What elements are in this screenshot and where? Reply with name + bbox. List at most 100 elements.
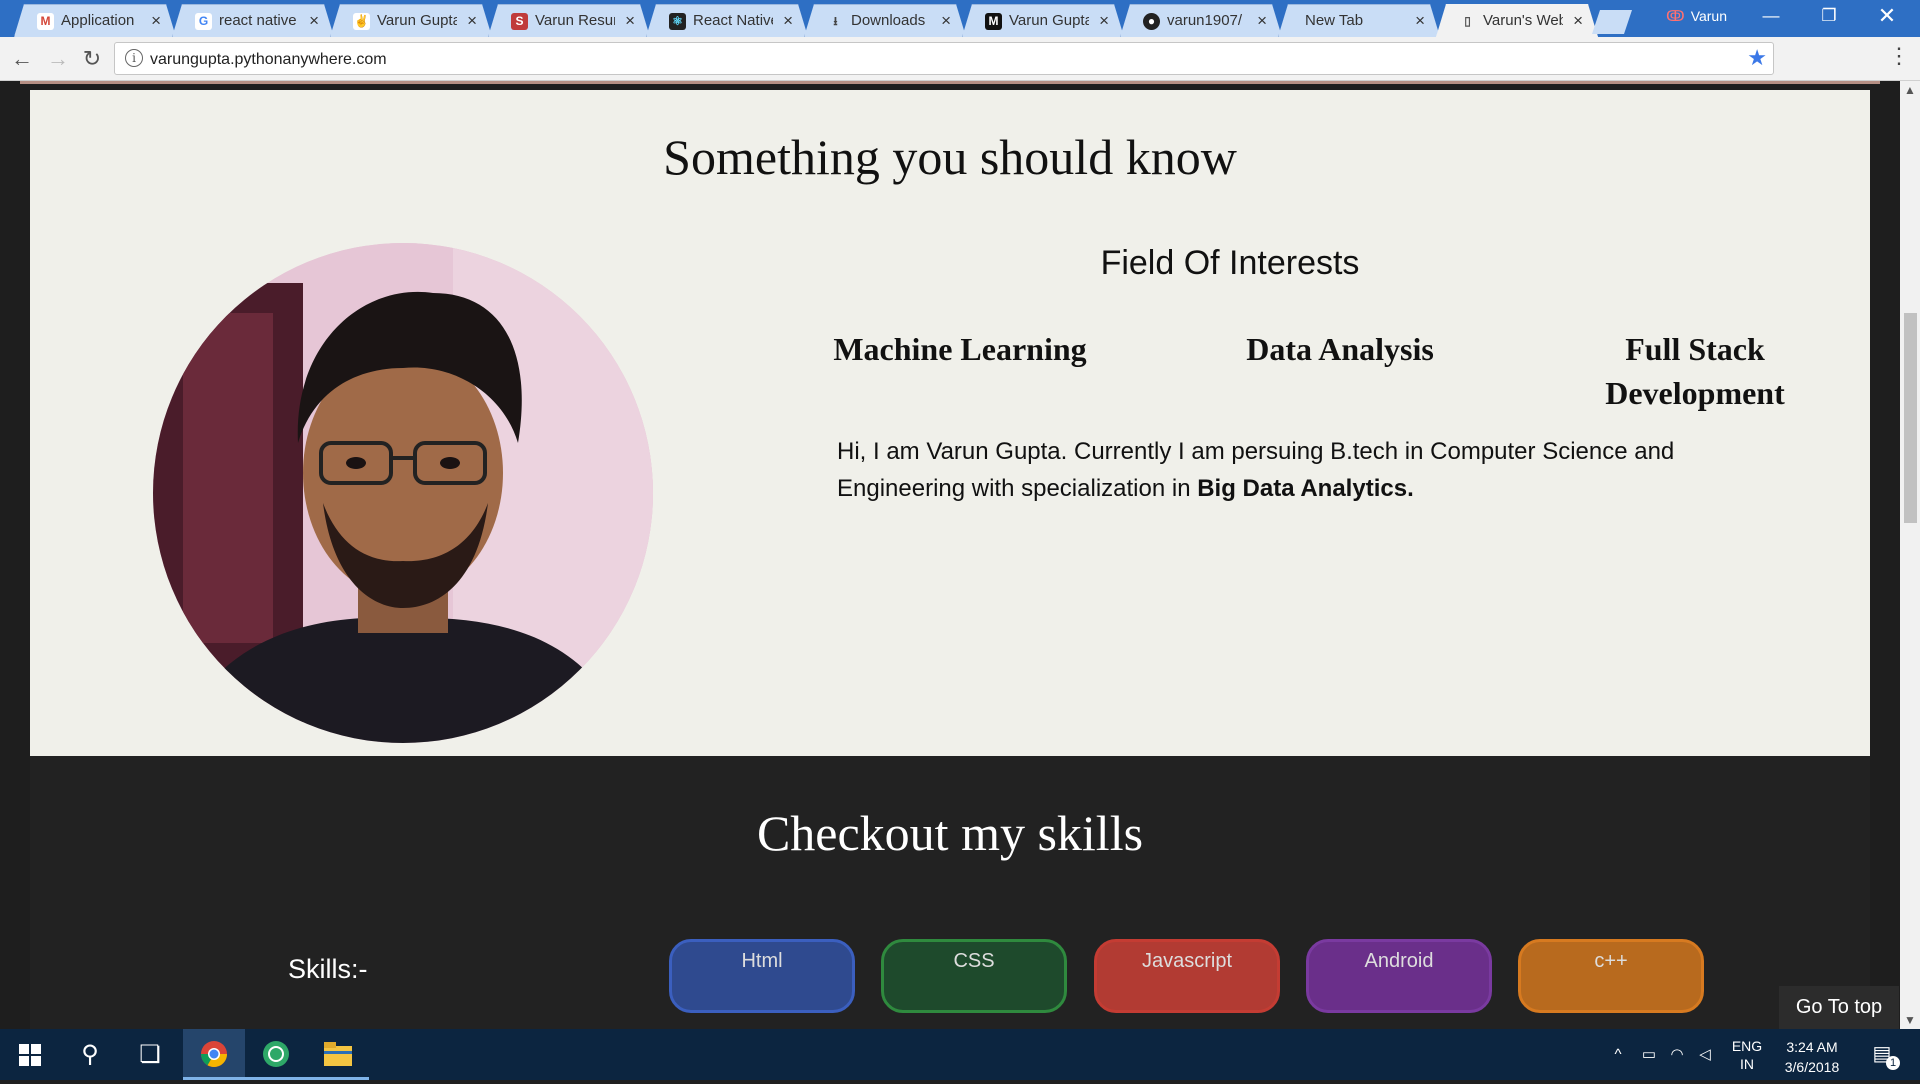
reload-button[interactable]: ↻ <box>76 43 108 75</box>
page-icon: ▯ <box>1464 14 1471 28</box>
skill-cpp-button[interactable]: c++ <box>1518 939 1704 1013</box>
file-explorer-taskbar-button[interactable] <box>307 1029 369 1080</box>
battery-icon[interactable]: ▭ <box>1636 1029 1662 1080</box>
medium-icon: M <box>985 13 1002 30</box>
browser-toolbar: ← → ↻ i varungupta.pythonanywhere.com ★ … <box>0 37 1920 81</box>
tab-title: react native <box>219 12 297 29</box>
app-icon <box>263 1041 289 1067</box>
url-text[interactable]: varungupta.pythonanywhere.com <box>150 43 387 76</box>
arrow-right-icon: → <box>47 46 69 71</box>
profile-photo <box>153 243 653 743</box>
search-icon: ⚲ <box>81 1041 99 1068</box>
page-viewport: Something you should know Field Of Inter… <box>0 81 1900 1029</box>
chevron-up-icon: ^ <box>1614 1046 1622 1063</box>
tab[interactable]: New Tab × <box>1278 4 1440 37</box>
close-icon[interactable]: × <box>1573 5 1583 37</box>
close-icon[interactable]: × <box>309 5 319 37</box>
bio-text: Hi, I am Varun Gupta. Currently I am per… <box>837 433 1777 507</box>
tab[interactable]: ⭳ Downloads × <box>804 4 966 37</box>
skills-title: Checkout my skills <box>756 805 1144 861</box>
close-window-button[interactable]: ✕ <box>1858 0 1916 34</box>
close-icon: ✕ <box>1877 3 1897 28</box>
folder-icon <box>324 1042 352 1066</box>
new-tab-button[interactable] <box>1592 10 1632 34</box>
windows-icon <box>19 1044 41 1066</box>
tab[interactable]: ✌ Varun Gupta × <box>330 4 492 37</box>
search-button[interactable]: ⚲ <box>60 1029 120 1080</box>
app-taskbar-button[interactable] <box>245 1029 307 1080</box>
divider <box>20 81 1880 84</box>
profile-button[interactable]: ↂ Varun <box>1666 7 1727 25</box>
close-icon[interactable]: × <box>151 5 161 37</box>
interest-full-stack-development: Full Stack Development <box>1605 331 1785 411</box>
tab-title: Application <box>61 12 135 29</box>
minimize-icon: — <box>1762 6 1780 25</box>
minimize-button[interactable]: — <box>1742 0 1800 34</box>
skill-android-button[interactable]: Android <box>1306 939 1492 1013</box>
tab[interactable]: M Application × <box>14 4 176 37</box>
google-icon: G <box>195 13 212 30</box>
scroll-down-icon[interactable]: ▼ <box>1900 1013 1920 1027</box>
wifi-icon[interactable]: ◠ <box>1664 1029 1690 1080</box>
forward-button[interactable]: → <box>42 43 74 75</box>
close-icon[interactable]: × <box>783 5 793 37</box>
region-code: IN <box>1740 1056 1754 1072</box>
bio-suffix: . <box>1407 475 1414 502</box>
volume-icon[interactable]: ◁ <box>1692 1029 1718 1080</box>
scrollbar-thumb[interactable] <box>1904 313 1917 523</box>
show-hidden-icons-button[interactable]: ^ <box>1606 1029 1630 1080</box>
close-icon[interactable]: × <box>941 5 951 37</box>
go-to-top-button[interactable]: Go To top <box>1779 986 1899 1029</box>
close-icon[interactable]: × <box>1257 5 1267 37</box>
clock[interactable]: 3:24 AM 3/6/2018 <box>1776 1029 1848 1080</box>
tab-active[interactable]: ▯ Varun's Web × <box>1436 4 1598 37</box>
tab[interactable]: S Varun Resum × <box>488 4 650 37</box>
back-button[interactable]: ← <box>6 43 38 75</box>
skills-label: Skills:- <box>288 954 368 984</box>
action-center-button[interactable]: ▤ 1 <box>1860 1029 1904 1080</box>
tab-title: Varun Gupta <box>1009 12 1089 29</box>
chrome-taskbar-button[interactable] <box>183 1029 245 1080</box>
close-icon[interactable]: × <box>1415 5 1425 37</box>
bio-highlight: Big Data Analytics <box>1197 475 1408 502</box>
tab[interactable]: ● varun1907/ × <box>1120 4 1282 37</box>
notification-badge: 1 <box>1886 1056 1900 1070</box>
task-view-button[interactable]: ❏ <box>120 1029 180 1080</box>
bookmark-star-icon[interactable]: ★ <box>1747 45 1767 71</box>
start-button[interactable] <box>0 1029 60 1080</box>
close-icon[interactable]: × <box>467 5 477 37</box>
field-of-interests-title: Field Of Interests <box>1100 244 1360 282</box>
browser-tab-strip: M Application × G react native × ✌ Varun… <box>0 0 1920 37</box>
tab-title: New Tab <box>1305 12 1364 29</box>
tab-title: Varun Resum <box>535 12 614 29</box>
gmail-icon: M <box>37 13 54 30</box>
close-icon[interactable]: × <box>625 5 635 37</box>
info-icon[interactable]: i <box>125 49 143 67</box>
language-indicator[interactable]: ENG IN <box>1724 1029 1770 1080</box>
language-code: ENG <box>1731 1038 1763 1054</box>
clock-time: 3:24 AM <box>1786 1039 1838 1055</box>
chrome-icon <box>200 1041 228 1068</box>
tab[interactable]: M Varun Gupta × <box>962 4 1124 37</box>
skill-html-button[interactable]: Html <box>669 939 855 1013</box>
tab-title: Varun's Web <box>1483 12 1563 29</box>
interest-machine-learning: Machine Learning <box>833 331 1087 367</box>
github-icon: ● <box>1143 13 1160 30</box>
restore-icon: ❐ <box>1821 6 1837 25</box>
download-icon: ⭳ <box>833 14 838 28</box>
restore-button[interactable]: ❐ <box>1800 0 1858 34</box>
about-section: Something you should know Field Of Inter… <box>30 90 1870 822</box>
task-view-icon: ❏ <box>139 1041 161 1068</box>
tab[interactable]: G react native × <box>172 4 334 37</box>
scroll-up-icon[interactable]: ▲ <box>1900 83 1920 97</box>
tab-title: React Native <box>693 12 773 29</box>
page-scrollbar[interactable]: ▲ ▼ <box>1900 81 1920 1029</box>
address-bar[interactable]: i varungupta.pythonanywhere.com ★ <box>114 42 1774 75</box>
tab[interactable]: ⚛ React Native × <box>646 4 808 37</box>
browser-menu-button[interactable]: ⋮ <box>1884 43 1914 69</box>
more-vertical-icon: ⋮ <box>1888 43 1910 68</box>
profile-name: Varun <box>1690 8 1728 24</box>
close-icon[interactable]: × <box>1099 5 1109 37</box>
skill-css-button[interactable]: CSS <box>881 939 1067 1013</box>
skill-javascript-button[interactable]: Javascript <box>1094 939 1280 1013</box>
